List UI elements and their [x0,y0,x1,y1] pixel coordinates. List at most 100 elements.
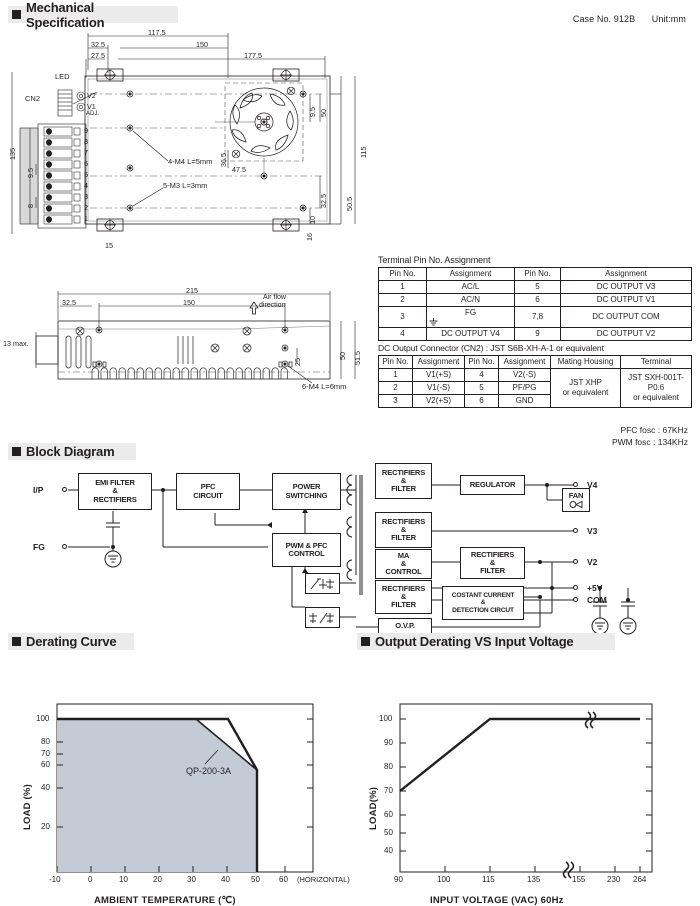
side-view-drawing: 215 32.5 150 13 max. 25 50 51.5 Air flow… [0,286,370,396]
label-v2-adj: V2 [87,91,96,100]
pin-label-3: 3 [84,192,88,201]
section-title-output-derating: Output Derating VS Input Voltage [375,634,574,649]
table-row: 2 AC/N 6 DC OUTPUT V1 [378,293,692,307]
pwm-line2: CONTROL [288,549,325,558]
block-ma-control: MA & CONTROL [375,549,432,579]
cell-assign-fg: FG [426,306,515,328]
section-title-derating-curve: Derating Curve [26,634,117,649]
dim-25: 25 [293,358,302,366]
x-tick-minus10: -10 [49,875,61,884]
cc-line1: COSTANT CURRENT [451,592,515,600]
terminal-table-title: Terminal Pin No. Assignment [378,255,491,265]
dim-36-5: 36.5 [219,153,228,167]
x-tick-40: 40 [221,875,230,884]
r1-line3: FILTER [391,484,416,494]
curve-annotation-qp200: QP-200-3A [186,766,232,776]
label-adj: ADJ. [86,111,100,117]
pin-label-8: 8 [84,137,88,146]
horizontal-note: (HORIZONTAL) [297,875,350,884]
dim-47-5: 47.5 [232,165,246,174]
terminal-v2 [573,559,578,564]
dim-50-5: 50.5 [345,197,354,211]
case-number: Case No. 912B [572,14,636,24]
ps-line2: SWITCHING [285,490,328,500]
cell-pin: 1 [378,280,427,294]
terminal-v3 [573,528,578,533]
fg-text: FG [464,308,477,317]
derating-curve-svg [56,703,314,873]
terminal-pin-table: Pin No. Assignment Pin No. Assignment 1 … [378,267,692,341]
terminal-5v [573,585,578,590]
mating-housing-line2: or equivalent [562,388,609,397]
ma-line3: CONTROL [385,567,422,577]
cell-pin2: 5 [464,381,499,395]
pin-label-2: 2 [84,203,88,212]
x-tick-50: 50 [251,875,260,884]
cell-pin: 3 [378,306,427,328]
y-tick-40: 40 [41,783,50,792]
frequency-notes: PFC fosc : 67KHz PWM fosc : 134KHz [612,424,688,449]
cell-assign2: PF/PG [498,381,551,395]
y-axis-title: LOAD (%) [22,784,33,830]
cell-assign: V1(+S) [412,368,465,382]
th-assignment-1: Assignment [412,355,465,369]
cell-terminal: JST SXH-001T-P0.6 or equivalent [620,368,692,408]
pin-label-4: 4 [84,181,88,190]
mating-housing-line1: JST XHP [569,378,602,387]
cell-assign2: DC OUTPUT COM [560,306,692,328]
cell-pin: 2 [378,381,413,395]
cell-pin: 3 [378,394,413,408]
y-tick-80: 80 [384,762,393,771]
emi-line3: RECTIFIERS [93,494,137,504]
x-axis-title: INPUT VOLTAGE (VAC) 60Hz [430,895,564,906]
block-constant-current: COSTANT CURRENT & DETECTION CIRCUT [442,586,524,620]
x-tick-10: 10 [119,875,128,884]
y-tick-70: 70 [384,786,393,795]
terminal-fg [62,544,67,549]
dim-215: 215 [186,286,198,295]
cell-pin2: 9 [514,327,561,341]
label-cn2: CN2 [25,94,41,103]
output-v2: V2 [587,557,598,567]
cell-assign: V1(-S) [412,381,465,395]
x-tick-264: 264 [633,875,647,884]
block-rectifiers-filter-1: RECTIFIERS & FILTER [375,463,432,499]
fan-label: FAN [568,491,584,501]
x-tick-135: 135 [527,875,541,884]
x-tick-60: 60 [279,875,288,884]
x-tick-20: 20 [153,875,162,884]
pin-label-9: 9 [84,126,88,135]
r2-line3: FILTER [391,533,416,543]
opto-coupler-2 [305,607,340,628]
table-row: 1 AC/L 5 DC OUTPUT V3 [378,280,692,294]
block-emi-filter: EMI FILTER & RECTIFIERS [78,473,152,510]
th-pin-no-2: Pin No. [464,355,499,369]
bullet-square-icon [361,637,370,646]
label-led: LED [55,72,70,81]
output-5v: +5V [587,583,603,593]
y-tick-100: 100 [36,714,50,723]
terminal-com [573,597,578,602]
table-header-row: Pin No. Assignment Pin No. Assignment Ma… [378,355,692,369]
cell-assign: AC/L [426,280,515,294]
terminal-line1: JST SXH-001T-P0.6 [628,373,684,392]
y-tick-90: 90 [384,738,393,747]
dim-32-5-right: 32.5 [319,194,328,208]
top-view-svg [11,33,356,234]
dim-117-5: 117.5 [148,28,166,37]
pfc-line2: CIRCUIT [193,490,223,500]
x-axis-title: AMBIENT TEMPERATURE (℃) [94,895,236,906]
block-rectifiers-filter-3: RECTIFIERS & FILTER [460,547,525,579]
x-tick-230: 230 [607,875,621,884]
table-row: 4 DC OUTPUT V4 9 DC OUTPUT V2 [378,327,692,341]
cell-pin2: 7,8 [514,306,561,328]
terminal-ip [62,487,67,492]
r4-line3: FILTER [391,600,416,610]
th-assignment-2: Assignment [498,355,551,369]
dim-50-right: 50 [319,109,328,117]
y-axis-title: LOAD(%) [368,786,379,830]
th-terminal: Terminal [620,355,692,369]
block-rectifiers-filter-2: RECTIFIERS & FILTER [375,512,432,548]
pin-label-1: 1 [84,214,88,223]
output-derating-svg [399,703,653,879]
